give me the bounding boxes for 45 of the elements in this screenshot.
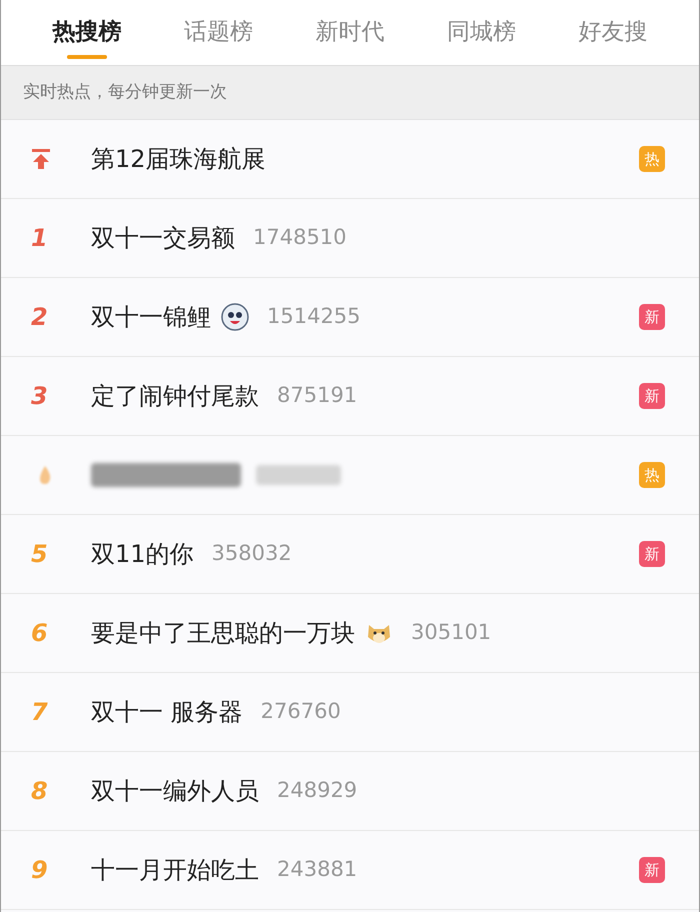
topic-badge: 新: [639, 383, 665, 409]
topic-badge: 新: [639, 541, 665, 567]
rank-number: 3: [31, 381, 48, 412]
rank-number: 1: [31, 223, 48, 254]
hot-search-row[interactable]: 第12届珠海航展 热: [1, 120, 699, 199]
hot-search-row[interactable]: 2 双十一锦鲤 1514255 新: [1, 278, 699, 357]
topic-title: 第12届珠海航展: [91, 144, 266, 175]
search-count: 875191: [277, 382, 358, 410]
selected-underline: [66, 55, 107, 59]
update-notice: 实时热点，每分钟更新一次: [23, 80, 227, 104]
rank-number: 5: [31, 539, 48, 570]
search-count: 276760: [260, 698, 341, 726]
hot-search-row[interactable]: 8 双十一编外人员 248929: [1, 752, 699, 831]
hot-search-row[interactable]: 6 要是中了王思聪的一万块 305101: [1, 594, 699, 673]
search-count: 358032: [212, 540, 292, 568]
topic-title: 双十一交易额: [91, 223, 235, 254]
topic-title: 双十一 服务器: [91, 697, 243, 728]
topic-badge: 新: [639, 304, 665, 330]
search-count: 305101: [411, 619, 492, 646]
tab[interactable]: 热搜榜: [21, 0, 153, 65]
hot-search-row[interactable]: 9 十一月开始吃土 243881 新: [1, 831, 699, 910]
topic-title: 双十一编外人员: [91, 776, 259, 807]
hot-search-row[interactable]: 3 定了闹钟付尾款 875191 新: [1, 357, 699, 436]
rank-number: 6: [31, 618, 48, 649]
topic-badge: 热: [639, 146, 665, 172]
rank-number: 9: [31, 855, 48, 886]
search-count: 1748510: [253, 224, 347, 252]
topic-title: 定了闹钟付尾款: [91, 381, 259, 412]
topic-badge: 新: [639, 857, 665, 883]
hot-search-row[interactable]: 5 双11的你 358032 新: [1, 515, 699, 594]
hot-search-row[interactable]: 1 双十一交易额 1748510: [1, 199, 699, 278]
search-count: 248929: [277, 777, 358, 804]
pin-to-top-icon: [31, 148, 51, 170]
rank-number: 7: [31, 697, 48, 728]
topic-title: 要是中了王思聪的一万块: [91, 618, 355, 649]
search-count: 243881: [277, 856, 358, 884]
search-count: 1514255: [267, 303, 361, 330]
rank-number: 2: [31, 302, 48, 333]
topic-badge: 热: [639, 462, 665, 488]
blurred-icon: [37, 465, 53, 485]
topic-title: 双十一锦鲤: [91, 302, 211, 333]
topic-title: 双11的你: [91, 539, 194, 570]
hot-search-row[interactable]: 7 双十一 服务器 276760: [1, 673, 699, 752]
rank-number: 8: [31, 776, 48, 807]
topic-title: 十一月开始吃土: [91, 855, 259, 886]
